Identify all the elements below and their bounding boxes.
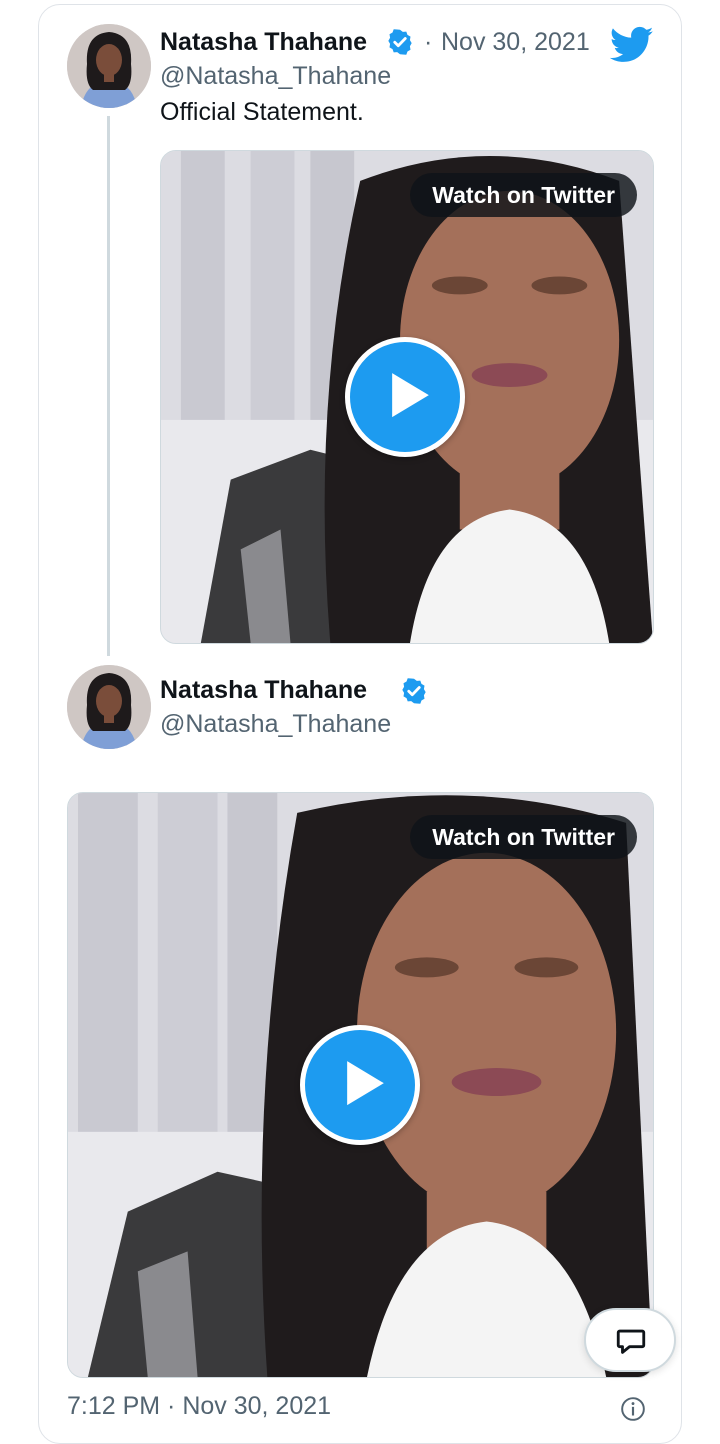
watch-on-twitter-button[interactable]: Watch on Twitter	[410, 173, 637, 217]
verified-badge-icon	[388, 29, 412, 55]
author-avatar[interactable]	[67, 24, 151, 108]
reply-button[interactable]	[584, 1308, 676, 1372]
info-icon[interactable]	[620, 1396, 646, 1422]
quoted-author-name[interactable]: Natasha Thahane	[160, 676, 367, 705]
watch-on-twitter-button[interactable]: Watch on Twitter	[410, 815, 637, 859]
reply-icon	[616, 1329, 646, 1354]
thread-connector-line	[107, 116, 110, 656]
quoted-video-thumbnail[interactable]: Watch on Twitter	[67, 792, 654, 1378]
quoted-author-handle[interactable]: @Natasha_Thahane	[160, 710, 391, 739]
date-separator: ·	[424, 28, 433, 56]
author-handle[interactable]: @Natasha_Thahane	[160, 62, 391, 91]
play-icon[interactable]	[300, 1025, 420, 1145]
author-name[interactable]: Natasha Thahane	[160, 28, 382, 57]
tweet-text: Official Statement.	[160, 98, 364, 126]
twitter-bird-icon[interactable]	[610, 26, 654, 64]
quoted-author-avatar[interactable]	[67, 665, 151, 749]
verified-badge-icon	[402, 678, 426, 704]
video-thumbnail[interactable]: Watch on Twitter	[160, 150, 654, 644]
play-icon[interactable]	[345, 337, 465, 457]
tweet-date[interactable]: Nov 30, 2021	[441, 28, 590, 57]
tweet-timestamp[interactable]: 7:12 PM · Nov 30, 2021	[67, 1392, 331, 1421]
